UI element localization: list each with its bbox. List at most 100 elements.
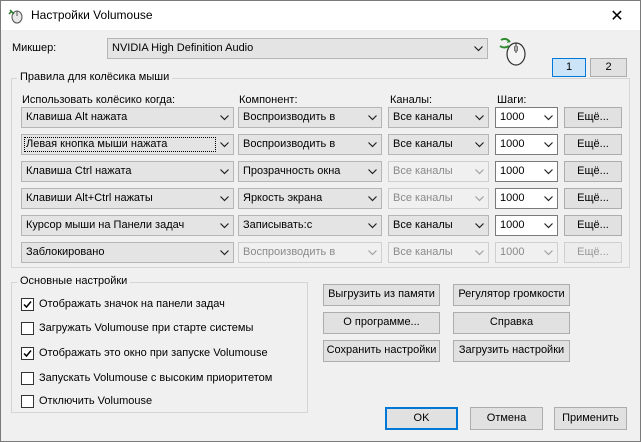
chevron-down-icon [473, 162, 485, 181]
close-button[interactable]: ✕ [594, 1, 640, 30]
rule-2-steps-combo[interactable]: 1000 [495, 134, 558, 155]
focus-ring [24, 137, 216, 152]
rule-3-channels-select: Все каналы [388, 161, 489, 182]
chevron-down-icon [473, 243, 485, 262]
load-settings-button[interactable]: Загрузить настройки [453, 340, 570, 362]
title-bar[interactable]: Настройки Volumouse ✕ [1, 1, 640, 30]
chevron-down-icon [218, 216, 230, 235]
rule-1-component-value: Воспроизводить в [243, 111, 336, 123]
rule-2-channels-value: Все каналы [393, 138, 453, 150]
checkmark-icon [23, 301, 32, 309]
unload-button[interactable]: Выгрузить из памяти [323, 284, 440, 306]
option-5-label[interactable]: Отключить Volumouse [39, 395, 152, 407]
rule-3-steps-value: 1000 [500, 165, 525, 177]
option-5-checkbox[interactable] [21, 395, 34, 408]
option-4-label[interactable]: Запускать Volumouse с высоким приоритето… [39, 372, 272, 384]
chevron-down-icon [218, 162, 230, 181]
rule-4-more-button[interactable]: Ещё... [564, 188, 622, 209]
chevron-down-icon [542, 162, 554, 181]
option-4-checkbox[interactable] [21, 372, 34, 385]
unload-button-label: Выгрузить из памяти [328, 288, 435, 300]
rule-3-steps-combo[interactable]: 1000 [495, 161, 558, 182]
rule-3-more-label: Ещё... [577, 165, 609, 177]
chevron-down-icon [366, 216, 378, 235]
apply-button[interactable]: Применить [554, 407, 627, 430]
rule-4-channels-select: Все каналы [388, 188, 489, 209]
rule-2-component-select[interactable]: Воспроизводить в [238, 134, 382, 155]
chevron-down-icon [542, 108, 554, 127]
rule-3-condition-select[interactable]: Клавиша Ctrl нажата [21, 161, 234, 182]
rule-5-more-label: Ещё... [577, 219, 609, 231]
rule-4-component-value: Яркость экрана [243, 192, 323, 204]
rule-1-more-label: Ещё... [577, 111, 609, 123]
option-1-label[interactable]: Отображать значок на панели задач [39, 298, 225, 310]
help-button-label: Справка [489, 316, 534, 328]
option-2-label[interactable]: Загружать Volumouse при старте системы [39, 322, 253, 334]
rule-3-condition-value: Клавиша Ctrl нажата [26, 165, 132, 177]
close-icon: ✕ [610, 7, 624, 25]
wheel-rules-title: Правила для колёсика мыши [17, 71, 173, 83]
cancel-button[interactable]: Отмена [470, 407, 543, 430]
ok-button-label: OK [413, 412, 430, 424]
chevron-down-icon [473, 216, 485, 235]
rule-1-component-select[interactable]: Воспроизводить в [238, 107, 382, 128]
rule-5-channels-select[interactable]: Все каналы [388, 215, 489, 236]
rule-4-more-label: Ещё... [577, 192, 609, 204]
rule-6-component-select: Воспроизводить в [238, 242, 382, 263]
rule-3-more-button[interactable]: Ещё... [564, 161, 622, 182]
option-3-label[interactable]: Отображать это окно при запуске Volumous… [39, 347, 268, 359]
mixer-select[interactable]: NVIDIA High Definition Audio [107, 38, 488, 59]
rule-6-more-label: Ещё... [577, 246, 609, 258]
ok-button[interactable]: OK [385, 407, 458, 430]
chevron-down-icon [472, 39, 484, 58]
rule-6-steps-combo: 1000 [495, 242, 558, 263]
rule-6-channels-select: Все каналы [388, 242, 489, 263]
rule-5-component-select[interactable]: Записывать:с [238, 215, 382, 236]
option-3-checkbox[interactable] [21, 347, 34, 360]
chevron-down-icon [218, 189, 230, 208]
mouse-wheel-icon [499, 37, 526, 66]
rule-1-channels-value: Все каналы [393, 111, 453, 123]
rule-2-more-button[interactable]: Ещё... [564, 134, 622, 155]
chevron-down-icon [542, 243, 554, 262]
rule-5-component-value: Записывать:с [243, 219, 313, 231]
rule-3-component-select[interactable]: Прозрачность окна [238, 161, 382, 182]
rule-2-steps-value: 1000 [500, 138, 525, 150]
volume-control-button[interactable]: Регулятор громкости [453, 284, 570, 306]
rule-1-steps-combo[interactable]: 1000 [495, 107, 558, 128]
rule-6-condition-select[interactable]: Заблокировано [21, 242, 234, 263]
rule-1-condition-value: Клавиша Alt нажата [26, 111, 128, 123]
help-button[interactable]: Справка [453, 312, 570, 334]
tab-mixer-1[interactable]: 1 [552, 58, 586, 77]
rule-1-condition-select[interactable]: Клавиша Alt нажата [21, 107, 234, 128]
chevron-down-icon [542, 189, 554, 208]
rule-6-channels-value: Все каналы [393, 246, 453, 258]
tab-mixer-2[interactable]: 2 [590, 58, 627, 77]
option-1-checkbox[interactable] [21, 298, 34, 311]
rule-2-channels-select[interactable]: Все каналы [388, 134, 489, 155]
rule-1-channels-select[interactable]: Все каналы [388, 107, 489, 128]
mouse-app-icon [8, 9, 23, 24]
basic-settings-title: Основные настройки [17, 275, 131, 287]
rule-4-steps-combo[interactable]: 1000 [495, 188, 558, 209]
rule-2-more-label: Ещё... [577, 138, 609, 150]
rule-5-more-button[interactable]: Ещё... [564, 215, 622, 236]
rule-4-component-select[interactable]: Яркость экрана [238, 188, 382, 209]
about-button[interactable]: О программе... [323, 312, 440, 334]
save-settings-button[interactable]: Сохранить настройки [323, 340, 440, 362]
rule-5-condition-select[interactable]: Курсор мыши на Панели задач [21, 215, 234, 236]
rule-3-channels-value: Все каналы [393, 165, 453, 177]
rule-6-condition-value: Заблокировано [26, 246, 105, 258]
rule-3-component-value: Прозрачность окна [243, 165, 341, 177]
option-2-checkbox[interactable] [21, 322, 34, 335]
chevron-down-icon [218, 108, 230, 127]
chevron-down-icon [366, 243, 378, 262]
tab-mixer-2-label: 2 [605, 61, 612, 73]
rule-5-steps-combo[interactable]: 1000 [495, 215, 558, 236]
chevron-down-icon [366, 189, 378, 208]
rule-2-condition-select[interactable]: Левая кнопка мыши нажата [21, 134, 234, 155]
rule-1-more-button[interactable]: Ещё... [564, 107, 622, 128]
chevron-down-icon [473, 135, 485, 154]
chevron-down-icon [366, 162, 378, 181]
rule-4-condition-select[interactable]: Клавиши Alt+Ctrl нажаты [21, 188, 234, 209]
